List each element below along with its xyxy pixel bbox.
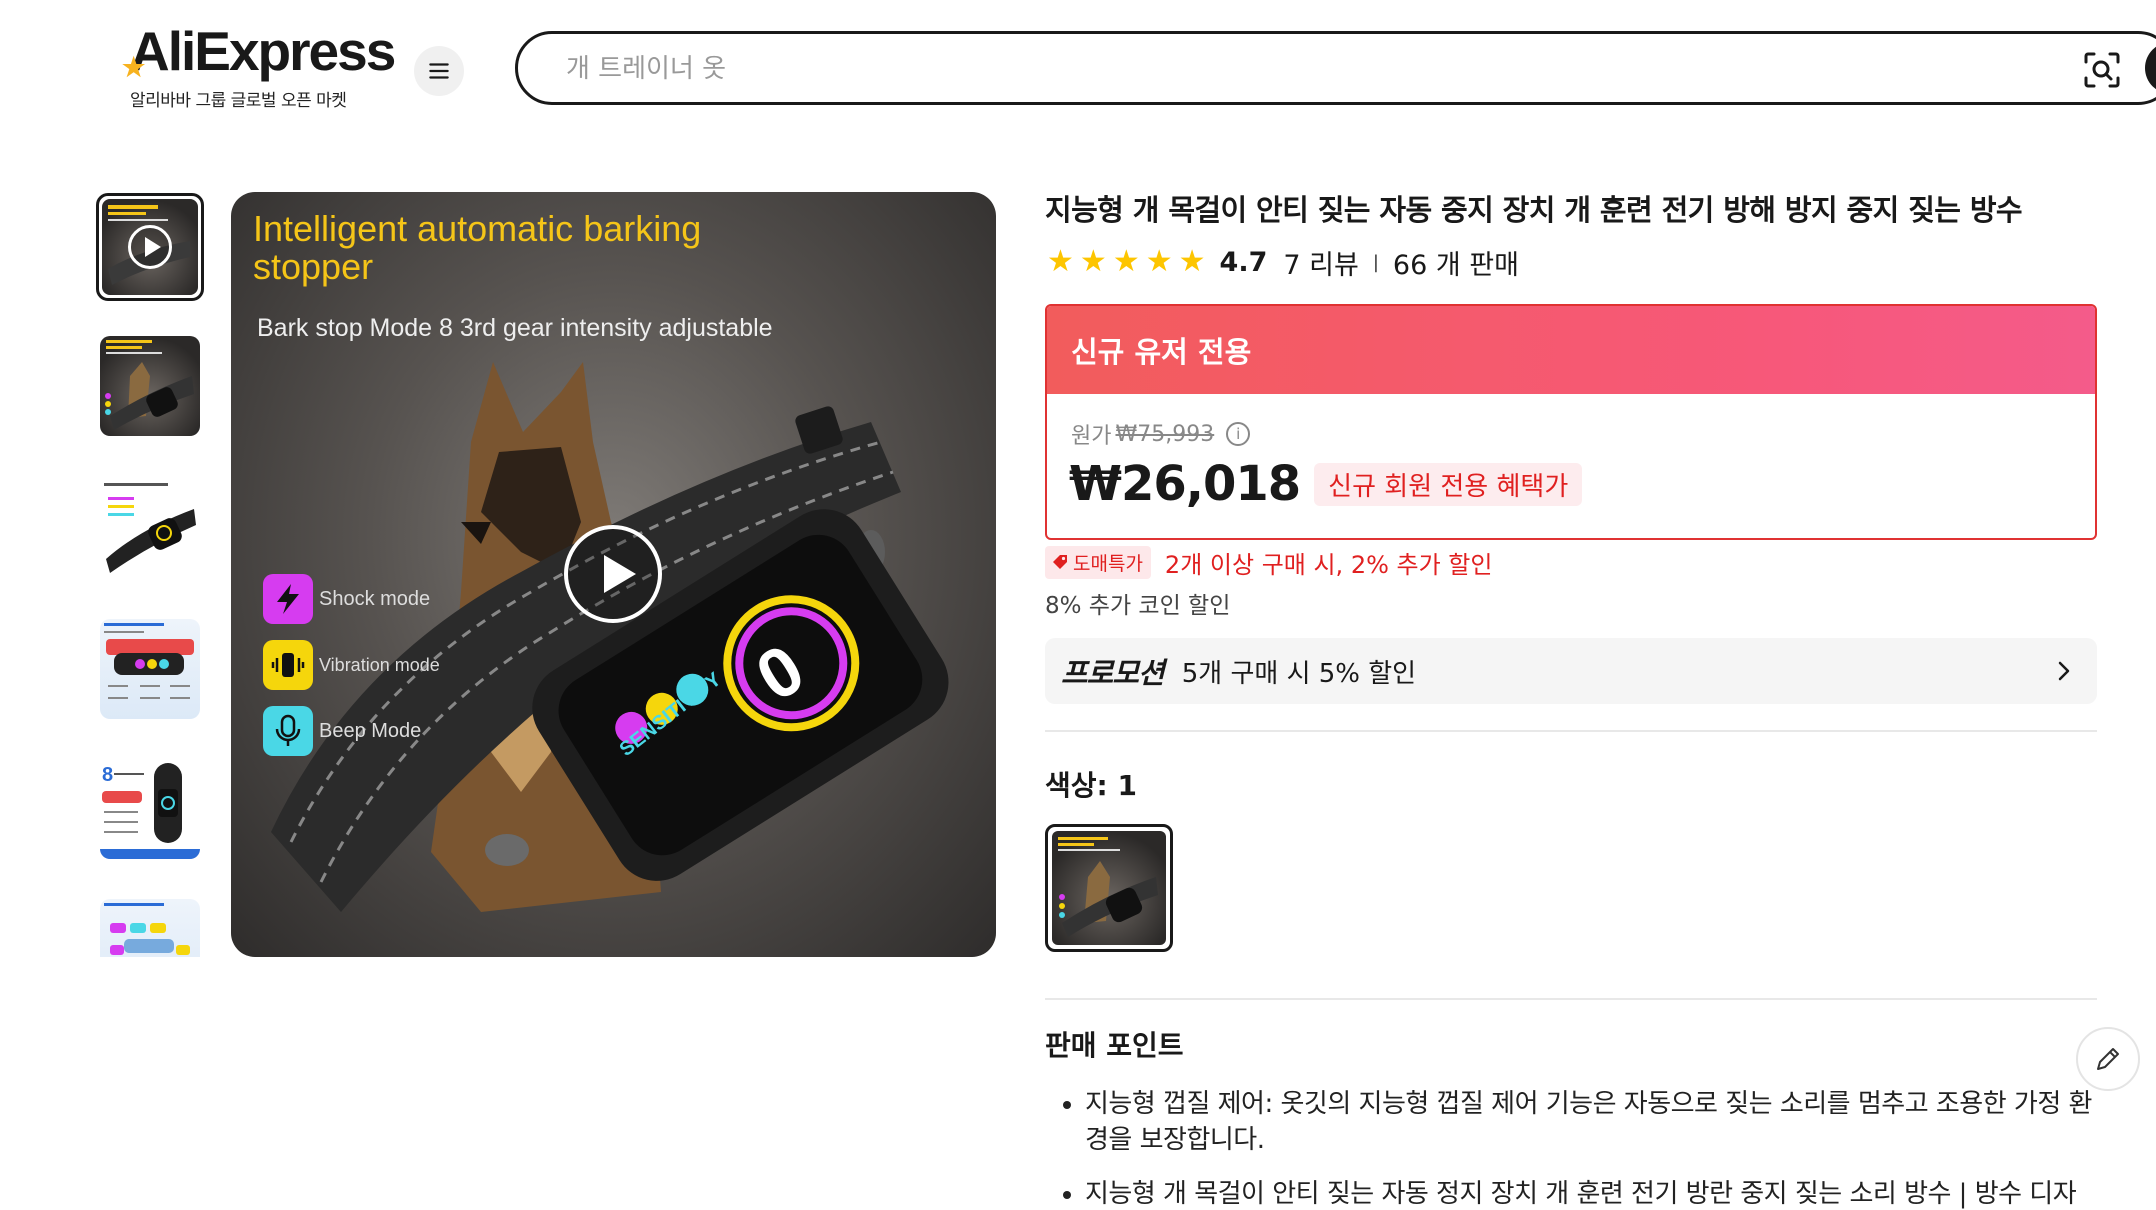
color-option[interactable] xyxy=(1045,824,1173,952)
separator: | xyxy=(1372,251,1379,273)
product-thumbnail-image: 8 xyxy=(100,763,200,859)
logo-star-icon: ★ xyxy=(122,52,145,82)
lightning-icon xyxy=(263,574,313,624)
thumbnail-item[interactable]: 8 xyxy=(100,759,200,859)
selling-points-list: 지능형 껍질 제어: 옷깃의 지능형 껍질 제어 기능은 자동으로 짖는 소리를… xyxy=(1045,1086,2097,1210)
main-product-media[interactable]: 0 SENSITIVITY Intelligent automatic bark… xyxy=(231,192,996,957)
edit-button[interactable] xyxy=(2076,1027,2140,1091)
svg-text:8: 8 xyxy=(102,764,113,786)
aliexpress-logo[interactable]: AliExpress ★ 알리바바 그룹 글로벌 오픈 마켓 xyxy=(122,22,396,111)
price-row: ₩26,018 신규 회원 전용 혜택가 xyxy=(1069,456,1583,512)
original-price-value: ₩75,993 xyxy=(1115,421,1215,447)
selling-points-title: 판매 포인트 xyxy=(1045,1029,1184,1062)
deal-header: 신규 유저 전용 xyxy=(1047,306,2095,394)
star-icon: ★ xyxy=(1047,244,1074,279)
star-icon: ★ xyxy=(1178,244,1206,279)
promotion-label: 프로모션 xyxy=(1061,656,1165,690)
mode-label: Beep Mode xyxy=(319,719,422,742)
color-option-image xyxy=(1058,837,1158,937)
mode-vibration: Vibration mode xyxy=(263,640,440,690)
original-price: 원가 ₩75,993 i xyxy=(1071,418,1251,450)
thumbnail-item[interactable] xyxy=(100,899,200,957)
mode-label: Shock mode xyxy=(319,587,431,610)
tag-icon xyxy=(1053,555,1067,569)
chevron-right-icon xyxy=(2058,661,2070,681)
sold-count: 66 개 판매 xyxy=(1392,249,1519,281)
selling-point: 지능형 껍질 제어: 옷깃의 지능형 껍질 제어 기능은 자동으로 짖는 소리를… xyxy=(1085,1086,2097,1158)
product-thumbnail-image xyxy=(104,903,190,955)
image-headline: Intelligent automatic barking stopper xyxy=(253,208,702,287)
promotion-row[interactable]: 프로모션 5개 구매 시 5% 할인 xyxy=(1045,638,2097,704)
product-title: 지능형 개 목걸이 안티 짖는 자동 중지 장치 개 훈련 전기 방해 방지 중… xyxy=(1045,193,2023,227)
current-price: ₩26,018 xyxy=(1069,456,1301,512)
thumbnail-item[interactable] xyxy=(100,336,200,436)
image-search-icon[interactable] xyxy=(2080,48,2124,92)
star-rating: ★ ★ ★ ★ ★ xyxy=(1047,247,1206,277)
logo-wordmark: AliExpress ★ xyxy=(122,22,396,82)
mode-shock: Shock mode xyxy=(263,574,430,624)
divider xyxy=(1045,730,2097,732)
pencil-icon xyxy=(2097,1048,2119,1070)
divider xyxy=(1045,998,2097,1000)
bulk-tag-label: 도매특가 xyxy=(1073,552,1143,575)
play-video-button[interactable] xyxy=(564,525,662,623)
bulk-tag: 도매특가 xyxy=(1045,545,1151,579)
product-thumbnail-image xyxy=(104,483,196,573)
info-icon[interactable]: i xyxy=(1226,422,1251,446)
coin-discount: 8% 추가 코인 할인 xyxy=(1045,593,1231,619)
price-badge: 신규 회원 전용 혜택가 xyxy=(1314,462,1583,506)
product-info: 지능형 개 목걸이 안티 짖는 자동 중지 장치 개 훈련 전기 방해 방지 중… xyxy=(1045,190,2097,1210)
new-user-deal-box: 신규 유저 전용 원가 ₩75,993 i ₩26,018 신규 회원 전용 혜… xyxy=(1045,304,2097,540)
bulk-discount: 도매특가 2개 이상 구매 시, 2% 추가 할인 xyxy=(1045,544,2097,580)
menu-button[interactable] xyxy=(414,46,464,96)
promotion-text: 5개 구매 시 5% 할인 xyxy=(1181,658,1417,689)
thumbnail-item[interactable] xyxy=(100,619,200,719)
microphone-icon xyxy=(263,706,313,756)
product-thumbnail-image xyxy=(104,623,194,699)
search-input[interactable] xyxy=(566,52,1866,86)
bulk-discount-text: 2개 이상 구매 시, 2% 추가 할인 xyxy=(1164,550,1493,579)
thumbnail-item[interactable] xyxy=(100,479,200,579)
star-icon: ★ xyxy=(1112,244,1140,279)
color-label: 색상: 1 xyxy=(1045,769,1137,802)
logo-tagline: 알리바바 그룹 글로벌 오픈 마켓 xyxy=(130,91,347,111)
mode-beep: Beep Mode xyxy=(263,706,421,756)
thumbnail-list: 8 xyxy=(96,193,204,957)
rating-row: ★ ★ ★ ★ ★ 4.7 7 리뷰 | 66 개 판매 xyxy=(1045,243,2097,282)
rating-value: 4.7 xyxy=(1219,246,1268,278)
original-price-label: 원가 xyxy=(1071,424,1112,449)
star-icon: ★ xyxy=(1145,244,1173,279)
vibration-icon xyxy=(263,640,313,690)
mode-label: Vibration mode xyxy=(319,654,440,675)
search-bar xyxy=(515,31,2156,105)
image-subheadline: Bark stop Mode 8 3rd gear intensity adju… xyxy=(257,314,773,342)
play-icon xyxy=(128,225,172,269)
thumbnail-video[interactable] xyxy=(96,193,204,301)
reviews-link[interactable]: 7 리뷰 xyxy=(1283,243,1358,282)
hamburger-icon xyxy=(429,63,449,79)
selling-point: 지능형 개 목걸이 안티 짖는 자동 정지 장치 개 훈련 전기 방란 중지 짖… xyxy=(1085,1176,2097,1210)
product-thumbnail-image xyxy=(105,340,194,430)
star-icon: ★ xyxy=(1079,244,1107,279)
